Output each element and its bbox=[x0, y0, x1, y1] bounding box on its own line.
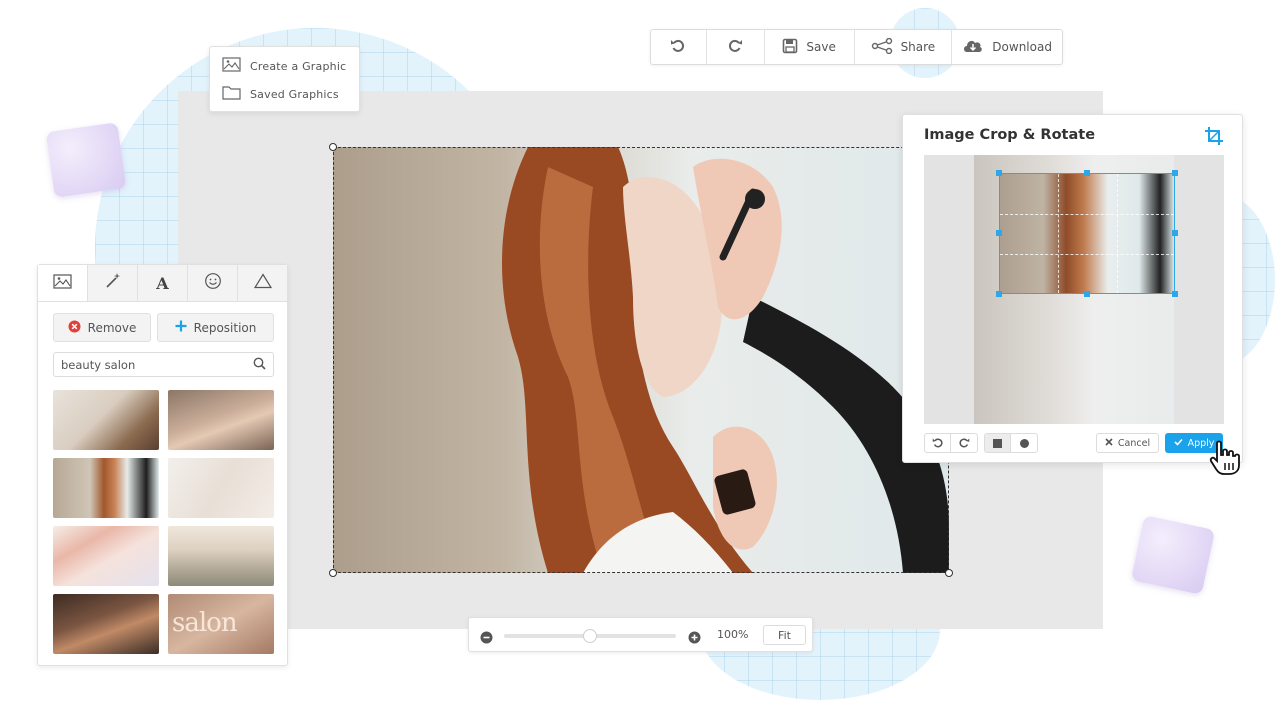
crop-handle[interactable] bbox=[1084, 170, 1090, 176]
rotate-right-button[interactable] bbox=[951, 434, 977, 452]
image-icon bbox=[53, 273, 72, 293]
fit-button[interactable]: Fit bbox=[763, 625, 806, 645]
resize-handle-top-left[interactable] bbox=[329, 143, 337, 151]
crop-handle[interactable] bbox=[1172, 291, 1178, 297]
circle-shape-button[interactable] bbox=[1011, 434, 1037, 452]
image-thumbnail[interactable] bbox=[168, 390, 274, 450]
left-image-panel: A Remove Reposition beauty salon salon bbox=[37, 264, 288, 666]
tab-shapes[interactable] bbox=[238, 265, 287, 301]
crop-handle[interactable] bbox=[1172, 230, 1178, 236]
search-value: beauty salon bbox=[61, 357, 136, 372]
top-toolbar: Save Share Download bbox=[650, 29, 1063, 65]
crop-preview bbox=[924, 155, 1224, 424]
tab-text[interactable]: A bbox=[138, 265, 188, 301]
crop-handle[interactable] bbox=[996, 230, 1002, 236]
zoom-percent: 100% bbox=[717, 628, 749, 641]
image-thumbnail[interactable] bbox=[53, 390, 159, 450]
remove-button[interactable]: Remove bbox=[53, 313, 151, 342]
image-icon bbox=[222, 57, 241, 75]
share-icon bbox=[871, 37, 893, 57]
cancel-label: Cancel bbox=[1117, 437, 1151, 449]
panel-actions: Remove Reposition bbox=[53, 313, 274, 342]
search-icon[interactable] bbox=[253, 357, 266, 373]
image-thumbnail[interactable] bbox=[53, 458, 159, 518]
crop-handle[interactable] bbox=[996, 291, 1002, 297]
image-results-grid: salon bbox=[53, 390, 274, 654]
tab-emoji[interactable] bbox=[188, 265, 238, 301]
neon-sign-graphic: salon bbox=[172, 608, 238, 638]
save-label: Save bbox=[806, 40, 836, 54]
text-icon: A bbox=[156, 273, 169, 293]
save-button[interactable]: Save bbox=[765, 30, 855, 64]
resize-handle-bottom-right[interactable] bbox=[945, 569, 953, 577]
share-button[interactable]: Share bbox=[855, 30, 953, 64]
graphics-menu: Create a Graphic Saved Graphics bbox=[209, 46, 360, 112]
close-icon bbox=[1105, 437, 1113, 449]
crop-dialog-title: Image Crop & Rotate bbox=[924, 127, 1096, 143]
reposition-label: Reposition bbox=[193, 320, 257, 335]
crop-handle[interactable] bbox=[1172, 170, 1178, 176]
reposition-button[interactable]: Reposition bbox=[157, 313, 274, 342]
redo-icon bbox=[727, 38, 743, 57]
rotate-buttons bbox=[924, 433, 978, 453]
redo-button[interactable] bbox=[707, 30, 765, 64]
image-thumbnail[interactable] bbox=[53, 526, 159, 586]
zoom-out-icon[interactable] bbox=[480, 629, 493, 648]
folder-icon bbox=[222, 85, 241, 103]
square-shape-button[interactable] bbox=[985, 434, 1011, 452]
cancel-button[interactable]: Cancel bbox=[1096, 433, 1159, 453]
menu-item-label: Create a Graphic bbox=[250, 59, 347, 73]
crop-handle[interactable] bbox=[1084, 291, 1090, 297]
crop-handle[interactable] bbox=[996, 170, 1002, 176]
menu-item-create-graphic[interactable]: Create a Graphic bbox=[222, 52, 347, 80]
undo-button[interactable] bbox=[651, 30, 707, 64]
undo-icon bbox=[670, 38, 686, 57]
image-thumbnail[interactable] bbox=[168, 526, 274, 586]
selection-frame[interactable] bbox=[333, 147, 949, 573]
emoji-icon bbox=[204, 272, 222, 294]
download-label: Download bbox=[992, 40, 1052, 54]
hand-cursor-icon bbox=[1208, 440, 1242, 480]
save-icon bbox=[782, 38, 798, 57]
zoom-in-icon[interactable] bbox=[688, 629, 701, 648]
plus-icon bbox=[175, 320, 187, 335]
tab-images[interactable] bbox=[38, 265, 88, 301]
cloud-download-icon bbox=[962, 38, 984, 57]
circle-icon bbox=[1019, 438, 1029, 448]
menu-item-label: Saved Graphics bbox=[250, 87, 339, 101]
decorative-sparkle-square bbox=[45, 122, 127, 198]
check-icon bbox=[1174, 438, 1183, 449]
zoom-slider-thumb[interactable] bbox=[583, 629, 597, 643]
rotate-right-icon bbox=[958, 434, 970, 452]
menu-item-saved-graphics[interactable]: Saved Graphics bbox=[222, 80, 347, 108]
rotate-left-icon bbox=[932, 434, 944, 452]
tab-effects[interactable] bbox=[88, 265, 138, 301]
editor-stage: Save Share Download Create a Graphic Sav… bbox=[0, 0, 1280, 720]
crop-shape-buttons bbox=[984, 433, 1038, 453]
decorative-sparkle-square bbox=[1130, 515, 1216, 595]
remove-label: Remove bbox=[87, 320, 137, 335]
image-thumbnail[interactable] bbox=[168, 458, 274, 518]
image-thumbnail[interactable] bbox=[53, 594, 159, 654]
image-search-input[interactable]: beauty salon bbox=[53, 352, 274, 377]
magic-wand-icon bbox=[104, 272, 122, 294]
rotate-left-button[interactable] bbox=[925, 434, 951, 452]
panel-tabs: A bbox=[38, 265, 287, 302]
share-label: Share bbox=[900, 40, 936, 54]
shape-icon bbox=[253, 273, 272, 293]
crop-selection[interactable] bbox=[999, 173, 1175, 294]
zoom-bar: 100% Fit bbox=[468, 617, 813, 652]
image-crop-dialog: Image Crop & Rotate Cancel Apply bbox=[902, 114, 1243, 463]
resize-handle-bottom-left[interactable] bbox=[329, 569, 337, 577]
download-button[interactable]: Download bbox=[952, 30, 1062, 64]
remove-icon bbox=[68, 320, 81, 336]
image-thumbnail[interactable]: salon bbox=[168, 594, 274, 654]
square-icon bbox=[993, 438, 1002, 448]
crop-dialog-footer: Cancel Apply bbox=[924, 433, 1224, 455]
crop-icon bbox=[1204, 126, 1224, 150]
